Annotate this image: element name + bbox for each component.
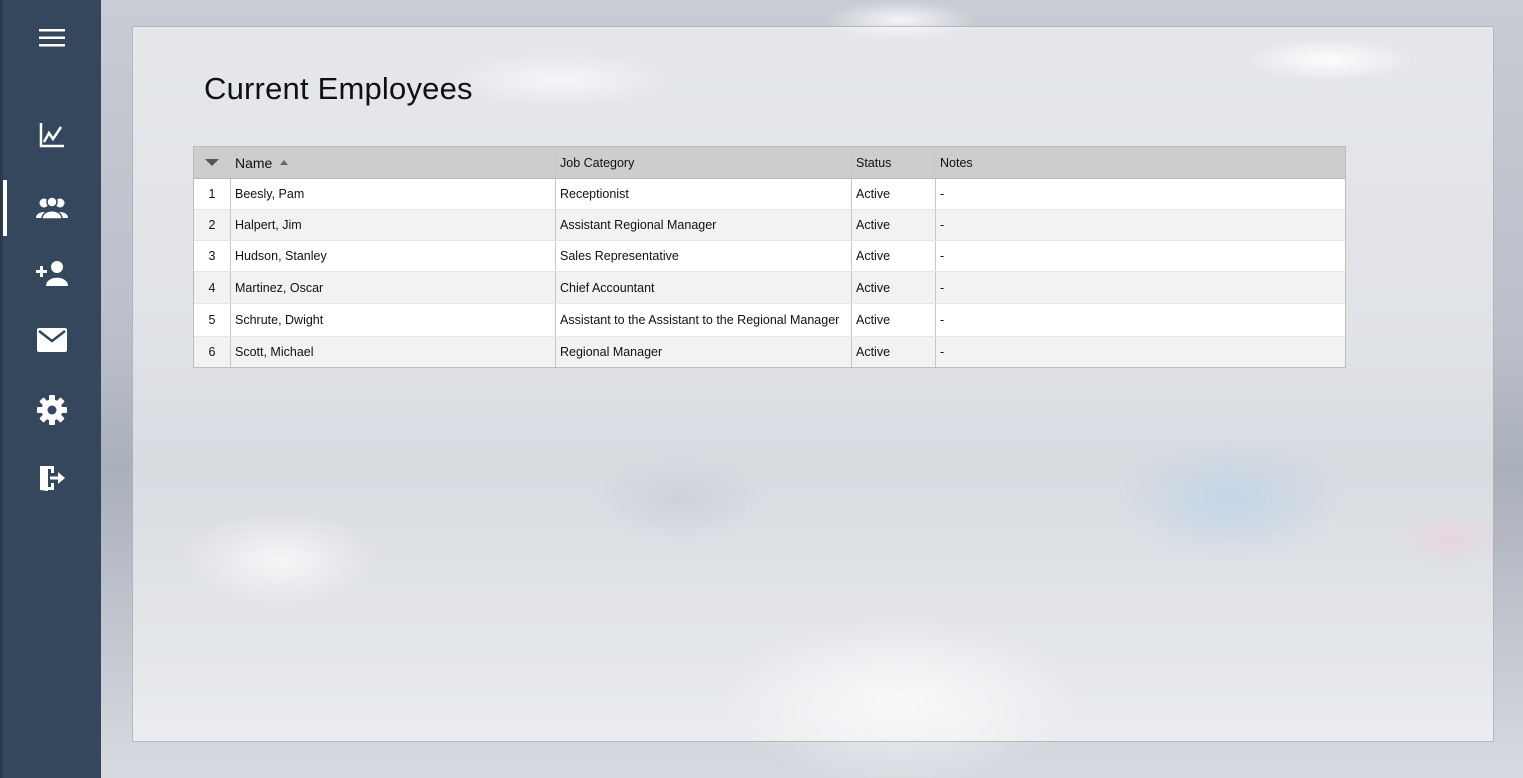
page-title: Current Employees: [204, 71, 473, 106]
column-header-label: Notes: [940, 155, 973, 170]
main-panel: Current Employees Name Job Category Stat…: [132, 26, 1494, 742]
table-row[interactable]: 5 Schrute, Dwight Assistant to the Assis…: [194, 304, 1345, 337]
cell-name[interactable]: Scott, Michael: [231, 337, 556, 367]
cell-name[interactable]: Hudson, Stanley: [231, 241, 556, 271]
cell-notes[interactable]: -: [936, 337, 1345, 367]
cell-job-category[interactable]: Receptionist: [556, 179, 852, 209]
row-index: 1: [194, 179, 231, 209]
row-index: 4: [194, 272, 231, 303]
sidebar-item-dashboard[interactable]: [3, 107, 101, 163]
select-all-toggle[interactable]: [194, 147, 231, 178]
cell-name[interactable]: Martinez, Oscar: [231, 272, 556, 303]
column-header-label: Name: [235, 154, 273, 171]
row-index: 3: [194, 241, 231, 271]
employees-table: Name Job Category Status Notes 1 Beesly,…: [193, 146, 1346, 368]
logout-door-icon: [40, 466, 65, 491]
line-chart-icon: [39, 123, 64, 148]
sidebar-item-logout[interactable]: [3, 450, 101, 506]
row-index: 6: [194, 337, 231, 367]
sidebar-item-add-employee[interactable]: [3, 245, 101, 301]
cell-status[interactable]: Active: [852, 241, 936, 271]
cell-notes[interactable]: -: [936, 210, 1345, 240]
cell-status[interactable]: Active: [852, 337, 936, 367]
chevron-down-icon: [205, 159, 219, 166]
cell-notes[interactable]: -: [936, 179, 1345, 209]
column-header-job-category[interactable]: Job Category: [556, 147, 852, 178]
row-index: 2: [194, 210, 231, 240]
cell-name[interactable]: Schrute, Dwight: [231, 304, 556, 336]
cell-name[interactable]: Halpert, Jim: [231, 210, 556, 240]
cell-status[interactable]: Active: [852, 272, 936, 303]
people-group-icon: [36, 196, 68, 220]
sidebar-item-employees[interactable]: [3, 180, 101, 236]
sidebar-item-messages[interactable]: [3, 312, 101, 368]
sort-ascending-icon: [280, 160, 289, 165]
column-header-name[interactable]: Name: [231, 147, 556, 178]
table-header: Name Job Category Status Notes: [194, 147, 1345, 179]
cell-job-category[interactable]: Regional Manager: [556, 337, 852, 367]
cell-notes[interactable]: -: [936, 272, 1345, 303]
cell-job-category[interactable]: Assistant Regional Manager: [556, 210, 852, 240]
cell-notes[interactable]: -: [936, 304, 1345, 336]
column-header-status[interactable]: Status: [852, 147, 936, 178]
add-user-icon: [36, 261, 68, 286]
table-row[interactable]: 2 Halpert, Jim Assistant Regional Manage…: [194, 210, 1345, 241]
cell-job-category[interactable]: Sales Representative: [556, 241, 852, 271]
cell-name[interactable]: Beesly, Pam: [231, 179, 556, 209]
column-header-label: Job Category: [560, 155, 635, 170]
cell-notes[interactable]: -: [936, 241, 1345, 271]
column-header-label: Status: [856, 155, 892, 170]
hamburger-menu-button[interactable]: [3, 10, 101, 66]
cell-status[interactable]: Active: [852, 210, 936, 240]
table-row[interactable]: 4 Martinez, Oscar Chief Accountant Activ…: [194, 272, 1345, 304]
cell-status[interactable]: Active: [852, 304, 936, 336]
hamburger-menu-icon: [39, 29, 65, 47]
table-row[interactable]: 6 Scott, Michael Regional Manager Active…: [194, 337, 1345, 367]
table-row[interactable]: 3 Hudson, Stanley Sales Representative A…: [194, 241, 1345, 272]
row-index: 5: [194, 304, 231, 336]
gear-icon: [37, 395, 67, 425]
cell-job-category[interactable]: Assistant to the Assistant to the Region…: [556, 304, 852, 336]
cell-job-category[interactable]: Chief Accountant: [556, 272, 852, 303]
table-row[interactable]: 1 Beesly, Pam Receptionist Active -: [194, 179, 1345, 210]
column-header-notes[interactable]: Notes: [936, 147, 1345, 178]
envelope-icon: [37, 328, 67, 352]
sidebar-item-settings[interactable]: [3, 382, 101, 438]
cell-status[interactable]: Active: [852, 179, 936, 209]
sidebar: [0, 0, 101, 778]
